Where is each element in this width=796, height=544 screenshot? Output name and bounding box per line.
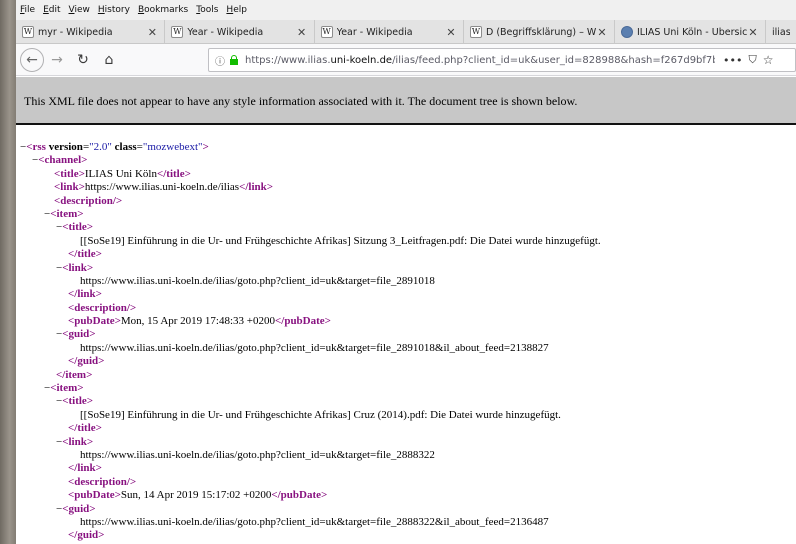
item-guid-open: −<guid> <box>56 328 96 341</box>
item-link-text: https://www.ilias.uni-koeln.de/ilias/got… <box>80 274 435 287</box>
back-arrow-icon[interactable]: ← <box>20 47 44 72</box>
bookmark-star-icon[interactable]: ☆ <box>763 53 774 67</box>
tab-title: Year - Wikipedia <box>187 26 264 38</box>
item-guid-text: https://www.ilias.uni-koeln.de/ilias/got… <box>80 515 549 528</box>
tab-ilias[interactable]: ilias <box>766 20 796 44</box>
channel-description-line: <description/> <box>54 194 123 207</box>
item-pubdate-line: <pubDate>Sun, 14 Apr 2019 15:17:02 +0200… <box>68 489 328 502</box>
address-bar[interactable]: ⓘ https://www.ilias.uni-koeln.de/ilias/f… <box>208 48 796 72</box>
menu-view[interactable]: View <box>69 5 90 15</box>
menu-edit[interactable]: Edit <box>43 5 60 15</box>
item-title-close: </title> <box>68 422 102 435</box>
wikipedia-icon: W <box>320 26 333 38</box>
channel-open-line: −<channel> <box>32 154 88 167</box>
item-description: <description/> <box>68 301 137 314</box>
menu-help[interactable]: Help <box>226 5 247 15</box>
item-guid-close: </guid> <box>68 355 105 368</box>
lock-icon[interactable] <box>229 55 239 65</box>
tab-myr-wikipedia[interactable]: W myr - Wikipedia ✕ <box>16 20 166 44</box>
item-title-text: [[SoSe19] Einführung in die Ur- und Früh… <box>80 234 601 247</box>
item-title-text: [[SoSe19] Einführung in die Ur- und Früh… <box>80 408 561 421</box>
channel-title-line: <title>ILIAS Uni Köln</title> <box>54 167 191 180</box>
item-guid-text: https://www.ilias.uni-koeln.de/ilias/got… <box>80 341 549 354</box>
menu-history[interactable]: History <box>98 5 130 15</box>
desktop-background <box>0 0 16 544</box>
close-tab-icon[interactable]: ✕ <box>296 26 308 39</box>
item-link-text: https://www.ilias.uni-koeln.de/ilias/got… <box>80 448 435 461</box>
close-tab-icon[interactable]: ✕ <box>146 26 158 39</box>
tab-title: D (Begriffsklärung) – Wiki <box>485 26 596 38</box>
pocket-icon[interactable]: ⛉ <box>748 53 756 67</box>
menu-bookmarks[interactable]: Bookmarks <box>138 5 188 15</box>
channel-link-line: <link>https://www.ilias.uni-koeln.de/ili… <box>54 181 274 194</box>
menu-file[interactable]: File <box>20 5 35 15</box>
tab-year-wikipedia-2[interactable]: W Year - Wikipedia ✕ <box>315 20 464 44</box>
browser-window: File Edit View History Bookmarks Tools H… <box>16 0 796 544</box>
tab-title: ilias <box>771 26 790 38</box>
menu-tools[interactable]: Tools <box>196 5 218 15</box>
tab-title: myr - Wikipedia <box>38 26 113 38</box>
item-pubdate-line: <pubDate>Mon, 15 Apr 2019 17:48:33 +0200… <box>68 315 331 328</box>
ilias-icon <box>620 26 633 38</box>
tab-title: ILIAS Uni Köln - Übersicht <box>636 26 747 38</box>
xml-notice: This XML file does not appear to have an… <box>16 77 796 125</box>
url-text[interactable]: https://www.ilias.uni-koeln.de/ilias/fee… <box>245 55 715 66</box>
item-link-open: −<link> <box>56 435 94 448</box>
tab-title: Year - Wikipedia <box>336 26 413 38</box>
item-link-close: </link> <box>68 288 102 301</box>
rss-open-line: −<rss version="2.0" class="mozwebext"> <box>20 141 209 153</box>
tab-d-begriffsklaerung[interactable]: W D (Begriffsklärung) – Wiki ✕ <box>464 20 615 44</box>
home-icon[interactable]: ⌂ <box>98 49 120 71</box>
forward-arrow-icon[interactable]: → <box>46 49 68 71</box>
item-close-line: </item> <box>56 368 93 381</box>
close-tab-icon[interactable]: ✕ <box>596 26 608 39</box>
item-guid-open: −<guid> <box>56 502 96 515</box>
item-title-open: −<title> <box>56 221 94 234</box>
tab-year-wikipedia[interactable]: W Year - Wikipedia ✕ <box>165 20 315 44</box>
tab-ilias-uebersicht[interactable]: ILIAS Uni Köln - Übersicht ✕ <box>615 20 766 44</box>
tab-bar: W myr - Wikipedia ✕ W Year - Wikipedia ✕… <box>16 20 796 44</box>
close-tab-icon[interactable]: ✕ <box>445 26 457 39</box>
item-title-open: −<title> <box>56 395 94 408</box>
wikipedia-icon: W <box>469 26 482 38</box>
xml-tree: −<rss version="2.0" class="mozwebext"> −… <box>16 127 796 544</box>
item-guid-close: </guid> <box>68 529 105 542</box>
item-description: <description/> <box>68 475 137 488</box>
menu-bar: File Edit View History Bookmarks Tools H… <box>16 0 796 20</box>
item-link-close: </link> <box>68 462 102 475</box>
info-icon[interactable]: ⓘ <box>215 53 225 68</box>
page-actions-menu-icon[interactable]: ••• <box>723 54 742 67</box>
reload-icon[interactable]: ↻ <box>72 49 94 71</box>
item-link-open: −<link> <box>56 261 94 274</box>
item-open-line: −<item> <box>44 207 84 220</box>
item-open-line: −<item> <box>44 382 84 395</box>
item-title-close: </title> <box>68 248 102 261</box>
close-tab-icon[interactable]: ✕ <box>747 26 759 39</box>
wikipedia-icon: W <box>171 26 184 38</box>
wikipedia-icon: W <box>22 26 34 38</box>
